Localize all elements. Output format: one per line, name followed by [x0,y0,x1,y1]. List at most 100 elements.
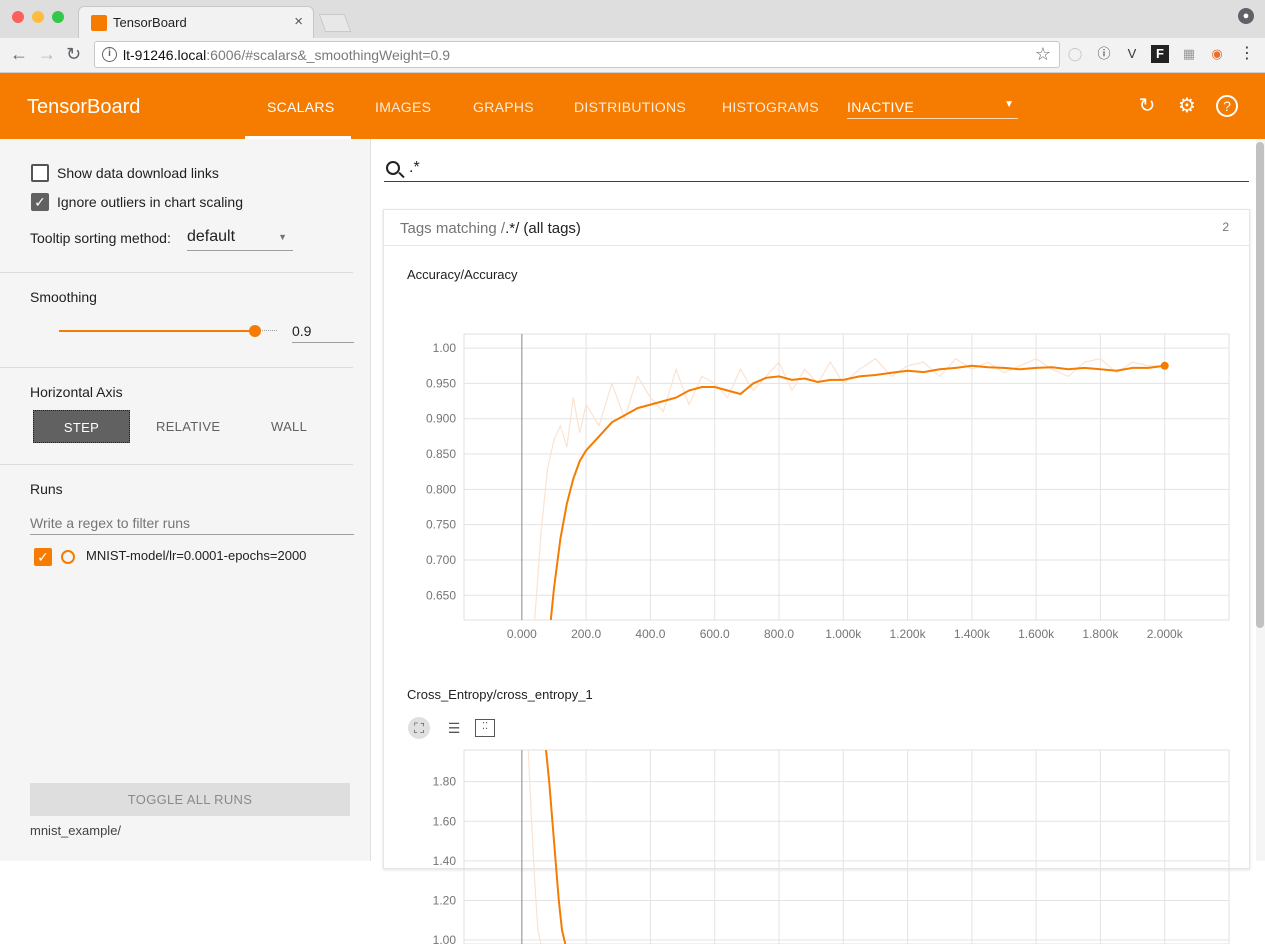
show-download-links-checkbox[interactable] [31,164,49,182]
run-checkbox[interactable]: ✓ [34,548,52,566]
back-icon[interactable]: ← [10,44,28,64]
axis-wall-button[interactable]: WALL [271,419,307,434]
x-tick-label: 1.000k [825,627,862,641]
help-icon[interactable]: ? [1216,95,1238,117]
menu-icon[interactable]: ⋮ [1238,45,1256,63]
smoothing-title: Smoothing [30,289,97,305]
extension-globe-icon[interactable]: ◉ [1208,45,1226,63]
browser-tab[interactable]: TensorBoard × [78,6,314,38]
caret-down-icon: ▼ [278,232,287,242]
x-tick-label: 400.0 [635,627,665,641]
url-host: lt-91246.local [123,47,207,63]
expand-chart-icon[interactable]: ⛶ [408,717,430,739]
tab-close-icon[interactable]: × [294,13,303,30]
runs-title: Runs [30,481,63,497]
smoothed-series-line [545,750,567,944]
cross-entropy-chart[interactable]: 1.001.201.401.601.80 [384,744,1249,944]
address-bar[interactable]: i lt-91246.local:6006/#scalars&_smoothin… [94,41,1060,68]
ignore-outliers-label: Ignore outliers in chart scaling [57,194,243,210]
tooltip-sorting-select[interactable]: default ▼ [187,225,293,251]
app-header: TensorBoard SCALARS IMAGES GRAPHS DISTRI… [0,73,1265,139]
tab-graphs[interactable]: GRAPHS [473,99,534,115]
tooltip-sorting-value: default [187,228,236,245]
x-tick-label: 800.0 [764,627,794,641]
tags-regex: .* [505,220,516,237]
y-tick-label: 1.20 [433,893,457,907]
maximize-window-button[interactable] [52,11,64,23]
url-text[interactable]: lt-91246.local:6006/#scalars&_smoothingW… [123,47,450,63]
close-window-button[interactable] [12,11,24,23]
tab-images[interactable]: IMAGES [375,99,431,115]
divider [0,464,353,465]
smoothed-series-line [549,364,1165,620]
forward-icon[interactable]: → [38,44,56,64]
smoothing-slider-thumb[interactable] [249,325,261,337]
run-label: MNIST-model/lr=0.0001-epochs=2000 [86,548,307,563]
axis-relative-button[interactable]: RELATIVE [156,419,220,434]
axis-step-button[interactable]: STEP [33,410,130,443]
scrollbar-thumb[interactable] [1256,142,1264,628]
profile-icon[interactable]: ● [1238,8,1254,24]
toggle-log-scale-icon[interactable]: ☰ [443,717,465,739]
inactive-dashboards-select[interactable]: INACTIVE ▼ [847,95,1018,119]
ignore-outliers-checkbox[interactable]: ✓ [31,193,49,211]
y-tick-label: 1.00 [433,933,457,944]
x-tick-label: 1.800k [1082,627,1119,641]
reload-icon[interactable]: ↻ [66,44,81,64]
tag-search-input[interactable]: .* [409,159,420,177]
x-tick-label: 200.0 [571,627,601,641]
logdir-label: mnist_example/ [30,823,122,838]
smoothing-slider-track[interactable] [59,330,255,332]
minimize-window-button[interactable] [32,11,44,23]
x-tick-label: 1.600k [1018,627,1055,641]
chart2-title: Cross_Entropy/cross_entropy_1 [407,687,593,702]
tag-count: 2 [1222,220,1229,234]
plot-area [463,749,1230,944]
run-color-indicator[interactable] [61,550,75,564]
tensorboard-favicon-icon [91,15,107,31]
divider [0,367,353,368]
y-tick-label: 0.850 [426,447,456,461]
chart1-title: Accuracy/Accuracy [407,267,518,282]
y-tick-label: 0.900 [426,412,456,426]
gear-icon[interactable]: ⚙ [1176,95,1198,117]
new-tab-button[interactable] [318,14,352,32]
tag-panel: Tags matching /.*/ (all tags) 2 Accuracy… [383,209,1250,944]
fit-domain-icon[interactable]: ⁚⁚ [475,719,495,737]
toggle-all-runs-button[interactable]: TOGGLE ALL RUNS [30,783,350,816]
y-tick-label: 0.650 [426,588,456,602]
tab-distributions[interactable]: DISTRIBUTIONS [574,99,686,115]
extension-v-icon[interactable]: V [1123,45,1141,63]
caret-down-icon: ▼ [1004,99,1014,110]
extension-grid-icon[interactable]: ▦ [1180,45,1198,63]
y-tick-label: 1.00 [433,341,457,355]
runs-filter-input[interactable]: Write a regex to filter runs [30,511,354,535]
search-icon [386,161,400,175]
tag-panel-title: Tags matching /.*/ (all tags) [400,220,581,237]
star-icon[interactable]: ☆ [1035,44,1051,65]
plot-area [463,333,1230,621]
y-tick-label: 0.700 [426,553,456,567]
x-tick-label: 1.400k [954,627,991,641]
extension-info-icon[interactable]: ⓘ [1095,45,1113,63]
tag-panel-header[interactable]: Tags matching /.*/ (all tags) 2 [384,210,1249,246]
y-tick-label: 0.800 [426,482,456,496]
extension-f-icon[interactable]: F [1151,45,1169,63]
tab-scalars[interactable]: SCALARS [267,99,334,115]
x-tick-label: 600.0 [700,627,730,641]
x-tick-label: 0.000 [507,627,537,641]
extension-circle-icon[interactable]: ◯ [1066,45,1084,63]
accuracy-chart[interactable]: 0.6500.7000.7500.8000.8500.9000.9501.000… [384,310,1249,710]
smoothing-input[interactable]: 0.9 [292,319,354,343]
show-download-links-label: Show data download links [57,165,219,181]
tooltip-sorting-label: Tooltip sorting method: [30,230,171,246]
reload-icon[interactable]: ↻ [1136,95,1158,117]
info-icon[interactable]: i [102,47,117,62]
tab-histograms[interactable]: HISTOGRAMS [722,99,819,115]
browser-chrome: TensorBoard × ● ← → ↻ i lt-91246.local:6… [0,0,1265,73]
tab-title: TensorBoard [113,15,187,30]
y-tick-label: 1.60 [433,814,457,828]
tags-suffix: / (all tags) [515,220,581,237]
search-underline [384,181,1249,182]
last-point-marker [1160,361,1169,370]
